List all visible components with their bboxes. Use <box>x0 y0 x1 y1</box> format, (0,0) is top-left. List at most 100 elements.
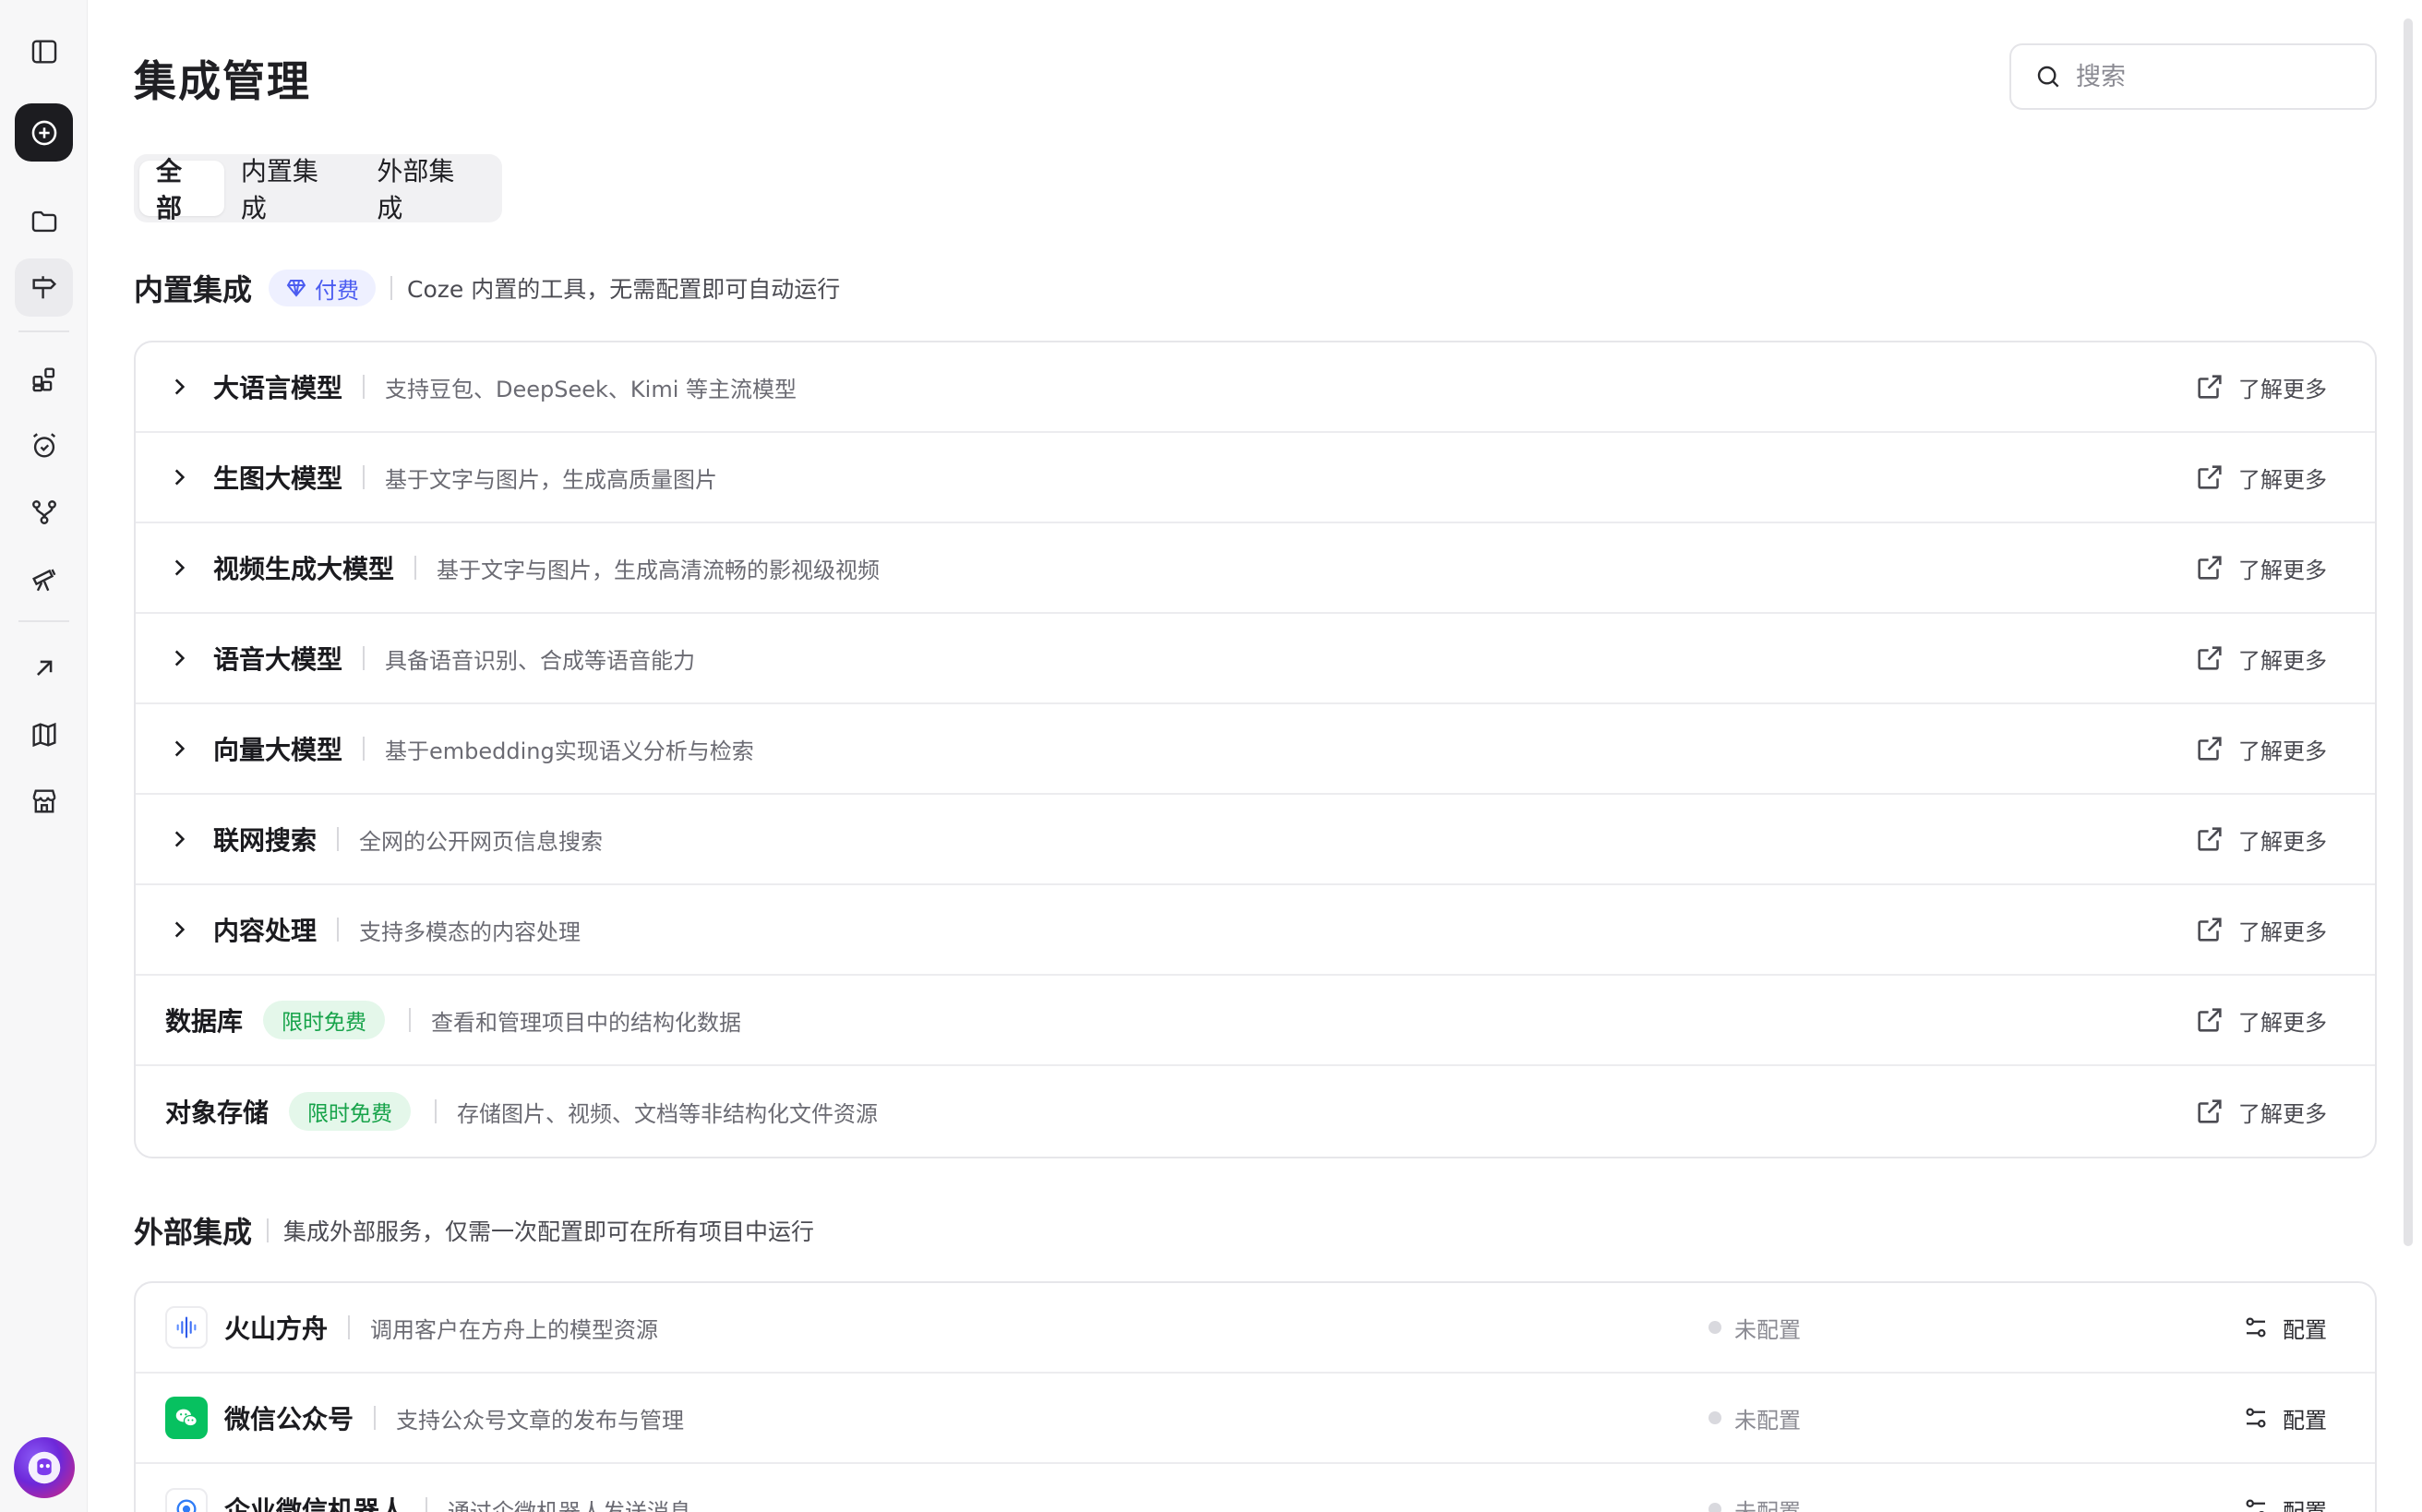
free-badge: 限时免费 <box>263 1001 386 1039</box>
toggle-sidebar-button[interactable] <box>15 22 73 80</box>
learn-more-label: 了解更多 <box>2238 647 2327 674</box>
configure-button[interactable]: 配置 <box>2242 1464 2327 1512</box>
row-title: 火山方舟 <box>224 1314 329 1344</box>
sliders-icon <box>2246 1499 2265 1512</box>
external-link-icon <box>2198 375 2222 399</box>
row-title: 数据库 <box>165 1006 244 1037</box>
builtin-row-object-storage[interactable]: 对象存储 限时免费 存储图片、视频、文档等非结构化文件资源 了解更多 <box>136 1066 2375 1157</box>
row-title: 视频生成大模型 <box>213 554 395 584</box>
tab-external[interactable]: 外部集成 <box>360 156 497 223</box>
configure-button[interactable]: 配置 <box>2242 1283 2327 1372</box>
external-row-volcano-ark[interactable]: 火山方舟 调用客户在方舟上的模型资源 未配置 配置 <box>136 1283 2375 1374</box>
status-dot <box>1709 1321 1721 1334</box>
store-nav-button[interactable] <box>15 772 73 830</box>
separator <box>363 646 366 670</box>
chevron-right-icon[interactable] <box>165 825 193 853</box>
chevron-right-icon[interactable] <box>165 373 193 401</box>
docs-nav-button[interactable] <box>15 705 73 763</box>
integrations-nav-button[interactable] <box>15 258 73 317</box>
wechat-official-icon <box>165 1397 208 1439</box>
explore-nav-button[interactable] <box>15 549 73 607</box>
row-title: 向量大模型 <box>213 735 343 765</box>
learn-more-link[interactable]: 了解更多 <box>2194 342 2327 431</box>
learn-more-label: 了解更多 <box>2238 376 2327 402</box>
rail-divider <box>18 620 69 622</box>
chevron-right-icon[interactable] <box>165 644 193 672</box>
vertical-scrollbar[interactable] <box>2404 18 2413 1246</box>
builtin-row-content-processing[interactable]: 内容处理 支持多模态的内容处理 了解更多 <box>136 885 2375 976</box>
learn-more-link[interactable]: 了解更多 <box>2194 1066 2327 1157</box>
separator <box>348 1315 351 1339</box>
builtin-row-speech[interactable]: 语音大模型 具备语音识别、合成等语音能力 了解更多 <box>136 614 2375 704</box>
create-button[interactable] <box>15 103 73 162</box>
external-link-icon <box>2198 465 2222 489</box>
learn-more-link[interactable]: 了解更多 <box>2194 614 2327 702</box>
diamond-icon <box>286 280 306 297</box>
row-desc: 支持豆包、DeepSeek、Kimi 等主流模型 <box>385 376 797 402</box>
external-row-wecom-bot[interactable]: 企业微信机器人 通过企微机器人发送消息 未配置 配置 <box>136 1464 2375 1512</box>
row-desc: 基于embedding实现语义分析与检索 <box>385 738 754 764</box>
builtin-section-desc: Coze 内置的工具，无需配置即可自动运行 <box>407 276 841 303</box>
external-link-icon <box>2198 737 2222 761</box>
row-desc: 调用客户在方舟上的模型资源 <box>370 1316 659 1343</box>
row-title: 联网搜索 <box>213 825 318 856</box>
chevron-right-icon[interactable] <box>165 463 193 491</box>
search-box[interactable] <box>2009 43 2377 110</box>
builtin-section-title: 内置集成 <box>134 272 253 307</box>
learn-more-link[interactable]: 了解更多 <box>2194 433 2327 522</box>
row-desc: 支持多模态的内容处理 <box>359 918 582 945</box>
builtin-row-image-gen[interactable]: 生图大模型 基于文字与图片，生成高质量图片 了解更多 <box>136 433 2375 523</box>
learn-more-link[interactable]: 了解更多 <box>2194 885 2327 974</box>
search-icon <box>2037 66 2059 88</box>
row-desc: 全网的公开网页信息搜索 <box>359 828 604 855</box>
learn-more-link[interactable]: 了解更多 <box>2194 523 2327 612</box>
tab-builtin[interactable]: 内置集成 <box>224 156 361 223</box>
sidebar-toggle-icon <box>31 39 56 64</box>
row-title: 生图大模型 <box>213 463 343 494</box>
apps-nav-button[interactable] <box>15 350 73 408</box>
builtin-row-video-gen[interactable]: 视频生成大模型 基于文字与图片，生成高清流畅的影视级视频 了解更多 <box>136 523 2375 614</box>
external-row-wechat-official[interactable]: 微信公众号 支持公众号文章的发布与管理 未配置 配置 <box>136 1374 2375 1464</box>
builtin-row-database[interactable]: 数据库 限时免费 查看和管理项目中的结构化数据 了解更多 <box>136 976 2375 1066</box>
builtin-row-embedding[interactable]: 向量大模型 基于embedding实现语义分析与检索 了解更多 <box>136 704 2375 795</box>
store-icon <box>31 788 56 813</box>
separator <box>390 276 393 300</box>
separator <box>414 556 417 580</box>
chevron-right-icon[interactable] <box>165 735 193 762</box>
row-title: 企业微信机器人 <box>224 1495 406 1512</box>
learn-more-link[interactable]: 了解更多 <box>2194 704 2327 793</box>
configure-label: 配置 <box>2283 1498 2327 1512</box>
filter-tabs: 全部 内置集成 外部集成 <box>134 154 502 223</box>
config-status: 未配置 <box>1709 1374 1801 1462</box>
alarm-clock-icon <box>32 432 55 458</box>
projects-nav-button[interactable] <box>15 192 73 250</box>
status-label: 未配置 <box>1734 1407 1801 1434</box>
external-link-icon <box>2198 827 2222 851</box>
user-avatar[interactable] <box>14 1437 75 1498</box>
status-label: 未配置 <box>1734 1498 1801 1512</box>
tasks-nav-button[interactable] <box>15 416 73 474</box>
separator <box>337 827 340 851</box>
builtin-row-llm[interactable]: 大语言模型 支持豆包、DeepSeek、Kimi 等主流模型 了解更多 <box>136 342 2375 433</box>
learn-more-link[interactable]: 了解更多 <box>2194 976 2327 1064</box>
row-desc: 基于文字与图片，生成高质量图片 <box>385 466 718 493</box>
configure-label: 配置 <box>2283 1316 2327 1343</box>
configure-button[interactable]: 配置 <box>2242 1374 2327 1462</box>
page-title: 集成管理 <box>134 56 311 106</box>
status-dot <box>1709 1503 1721 1512</box>
learn-more-label: 了解更多 <box>2238 828 2327 855</box>
external-link-icon <box>2198 1008 2222 1032</box>
open-external-nav-button[interactable] <box>15 639 73 697</box>
search-input[interactable] <box>2076 62 2353 91</box>
row-title: 微信公众号 <box>224 1404 354 1434</box>
telescope-icon <box>31 569 55 591</box>
row-desc: 基于文字与图片，生成高清流畅的影视级视频 <box>437 557 881 583</box>
learn-more-link[interactable]: 了解更多 <box>2194 795 2327 883</box>
builtin-row-web-search[interactable]: 联网搜索 全网的公开网页信息搜索 了解更多 <box>136 795 2375 885</box>
chevron-right-icon[interactable] <box>165 554 193 582</box>
chevron-right-icon[interactable] <box>165 916 193 943</box>
row-title: 内容处理 <box>213 916 318 946</box>
tab-all[interactable]: 全部 <box>139 156 224 223</box>
separator <box>435 1099 438 1123</box>
workflow-nav-button[interactable] <box>15 483 73 541</box>
